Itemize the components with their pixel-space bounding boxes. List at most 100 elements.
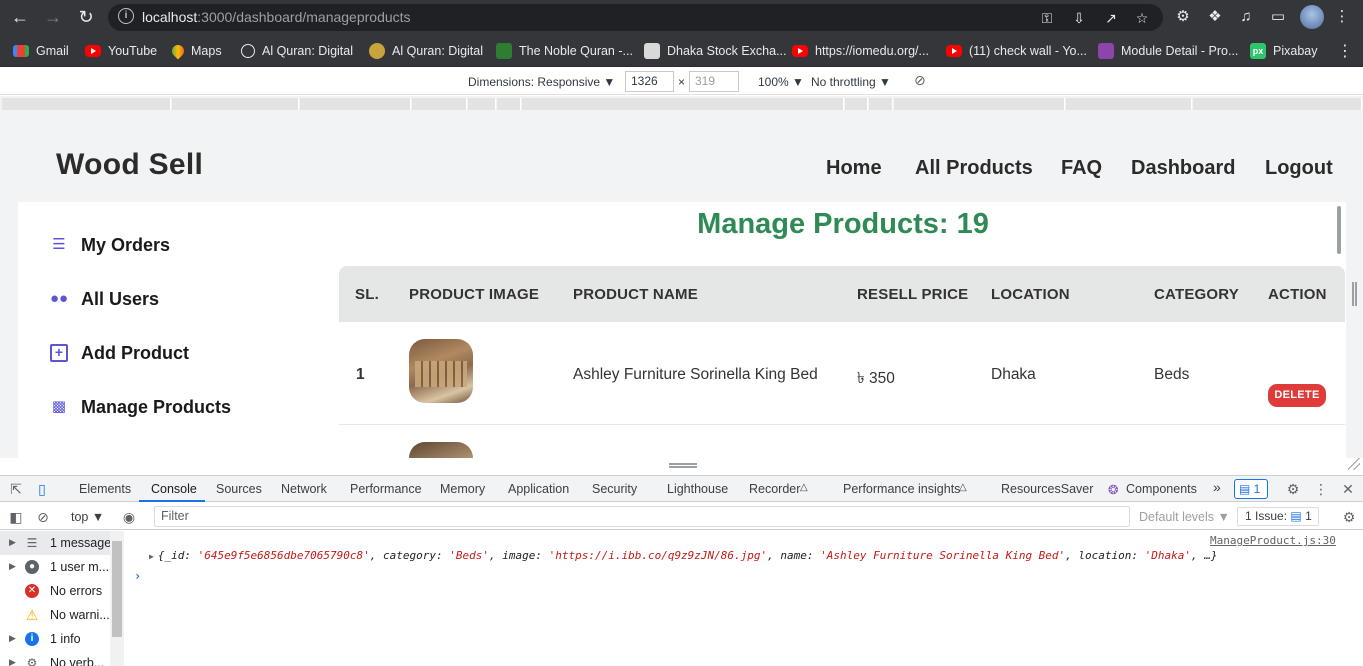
console-settings-icon[interactable]: ⚙: [1341, 509, 1357, 525]
sidebar-info[interactable]: ▶ i 1 info: [0, 627, 110, 651]
bookmark-dse[interactable]: Dhaka Stock Excha...: [644, 42, 787, 60]
sidebar-user-messages[interactable]: ▶ ● 1 user m...: [0, 555, 110, 579]
nav-logout[interactable]: Logout: [1265, 157, 1333, 180]
sidebar-item-all-users[interactable]: ●● All Users: [50, 287, 159, 311]
bookmark-noble-quran[interactable]: The Noble Quran -...: [496, 42, 633, 60]
bookmark-gmail[interactable]: Gmail: [13, 42, 69, 60]
content-scrollbar[interactable]: [1337, 206, 1341, 254]
tab-network[interactable]: Network: [281, 482, 327, 496]
reload-icon[interactable]: ↻: [74, 6, 98, 30]
expand-arrow-icon[interactable]: ▶: [9, 633, 16, 644]
tab-resources-saver[interactable]: ResourcesSaver: [1001, 482, 1093, 496]
key-icon[interactable]: ⚿: [1038, 10, 1056, 26]
product-thumbnail[interactable]: [409, 442, 473, 458]
inspect-element-icon[interactable]: ⇱: [8, 481, 24, 497]
console-log-entry[interactable]: ▶ {_id: '645e9f5e6856dbe7065790c8', categ…: [149, 549, 1218, 562]
live-expression-eye-icon[interactable]: ◉: [121, 509, 137, 525]
address-bar[interactable]: i localhost:3000/dashboard/manageproduct…: [108, 4, 1163, 31]
sidebar-verbose[interactable]: ▶ ⚙ No verb...: [0, 651, 110, 666]
log-source-link[interactable]: ManageProduct.js:30: [1210, 534, 1336, 547]
expand-arrow-icon[interactable]: ▶: [9, 537, 16, 548]
ruler-segment[interactable]: [497, 98, 521, 110]
sidebar-item-manage-products[interactable]: ▩ Manage Products: [50, 395, 231, 419]
ruler-segment[interactable]: [300, 98, 411, 110]
forward-arrow-icon[interactable]: →: [41, 6, 65, 30]
delete-button[interactable]: DELETE: [1268, 384, 1326, 407]
ruler-segment[interactable]: [412, 98, 467, 110]
bookmark-check-wall[interactable]: (11) check wall - Yo...: [946, 42, 1087, 60]
tab-recorder[interactable]: Recorder: [749, 482, 800, 496]
message-count-badge[interactable]: ▤ 1: [1234, 479, 1268, 499]
tab-components[interactable]: Components: [1126, 482, 1197, 496]
console-filter-input[interactable]: Filter: [154, 506, 1130, 527]
dimensions-select[interactable]: Dimensions: Responsive ▼: [468, 75, 615, 89]
bookmark-star-icon[interactable]: ☆: [1133, 10, 1151, 26]
ruler-segment[interactable]: [1193, 98, 1362, 110]
ruler-segment[interactable]: [894, 98, 1065, 110]
devtools-menu-icon[interactable]: ⋮: [1313, 481, 1329, 497]
sidebar-errors[interactable]: ✕ No errors: [0, 579, 110, 603]
gear-extension-icon[interactable]: ⚙: [1173, 7, 1193, 27]
sidebar-warnings[interactable]: ⚠ No warni...: [0, 603, 110, 627]
puzzle-extensions-icon[interactable]: ❖: [1205, 7, 1225, 27]
viewport-corner-resize-handle[interactable]: [1348, 458, 1360, 470]
bookmark-youtube[interactable]: YouTube: [85, 42, 157, 60]
brand-logo[interactable]: Wood Sell: [56, 148, 203, 182]
nav-home[interactable]: Home: [826, 157, 882, 180]
viewport-height-input[interactable]: 319: [689, 71, 739, 92]
ruler-segment[interactable]: [869, 98, 893, 110]
bookmark-al-quran-2[interactable]: Al Quran: Digital: [369, 42, 483, 60]
nav-dashboard[interactable]: Dashboard: [1131, 157, 1235, 180]
throttling-select[interactable]: No throttling ▼: [811, 75, 891, 89]
close-devtools-icon[interactable]: ✕: [1340, 481, 1356, 497]
ruler-segment[interactable]: [468, 98, 496, 110]
log-levels-select[interactable]: Default levels ▼: [1139, 510, 1230, 524]
tab-console[interactable]: Console: [151, 482, 197, 496]
side-panel-icon[interactable]: ▭: [1268, 7, 1288, 27]
viewport-width-input[interactable]: 1326: [625, 71, 674, 92]
device-toggle-icon[interactable]: ▯: [34, 481, 50, 497]
share-icon[interactable]: ↗: [1102, 10, 1120, 26]
bookmarks-more-icon[interactable]: ⋮: [1337, 41, 1353, 61]
nav-faq[interactable]: FAQ: [1061, 157, 1102, 180]
tab-performance-insights[interactable]: Performance insights: [843, 482, 960, 496]
install-icon[interactable]: ⇩: [1070, 10, 1088, 26]
expand-arrow-icon[interactable]: ▶: [9, 561, 16, 572]
rotate-icon[interactable]: ⊘: [914, 72, 926, 89]
ruler-segment[interactable]: [522, 98, 844, 110]
bookmark-maps[interactable]: Maps: [169, 42, 222, 60]
nav-all-products[interactable]: All Products: [915, 157, 1033, 180]
bookmark-module-detail[interactable]: Module Detail - Pro...: [1098, 42, 1238, 60]
back-arrow-icon[interactable]: ←: [8, 6, 32, 30]
sidebar-scrollbar[interactable]: [110, 531, 124, 666]
site-info-icon[interactable]: i: [118, 8, 134, 24]
context-select[interactable]: top ▼: [71, 510, 104, 524]
sidebar-scroll-thumb[interactable]: [112, 541, 122, 637]
ruler-segment[interactable]: [2, 98, 171, 110]
more-tabs-icon[interactable]: »: [1213, 479, 1221, 495]
tab-lighthouse[interactable]: Lighthouse: [667, 482, 728, 496]
expand-arrow-icon[interactable]: ▶: [9, 657, 16, 666]
tab-elements[interactable]: Elements: [79, 482, 131, 496]
product-thumbnail[interactable]: [409, 339, 473, 403]
bookmark-iomedu[interactable]: https://iomedu.org/...: [792, 42, 929, 60]
expand-object-icon[interactable]: ▶: [149, 552, 154, 561]
sidebar-messages[interactable]: ▶ ☰ 1 message: [0, 531, 110, 555]
url-text[interactable]: localhost:3000/dashboard/manageproducts: [142, 9, 411, 25]
zoom-select[interactable]: 100% ▼: [758, 75, 804, 89]
ruler-segment[interactable]: [172, 98, 299, 110]
devtools-settings-icon[interactable]: ⚙: [1285, 481, 1301, 497]
tab-application[interactable]: Application: [508, 482, 569, 496]
tab-performance[interactable]: Performance: [350, 482, 422, 496]
bookmark-pixabay[interactable]: px Pixabay: [1250, 42, 1317, 60]
sidebar-item-my-orders[interactable]: ☰ My Orders: [50, 233, 170, 257]
viewport-resize-handle[interactable]: [669, 463, 697, 468]
toggle-sidebar-icon[interactable]: ◧: [8, 509, 24, 525]
clear-console-icon[interactable]: ⊘: [35, 509, 51, 525]
profile-avatar[interactable]: [1300, 5, 1324, 29]
ruler-segment[interactable]: [845, 98, 868, 110]
issues-button[interactable]: 1 Issue: ▤ 1: [1237, 507, 1319, 526]
tab-sources[interactable]: Sources: [216, 482, 262, 496]
tab-memory[interactable]: Memory: [440, 482, 485, 496]
ruler-segment[interactable]: [1066, 98, 1192, 110]
